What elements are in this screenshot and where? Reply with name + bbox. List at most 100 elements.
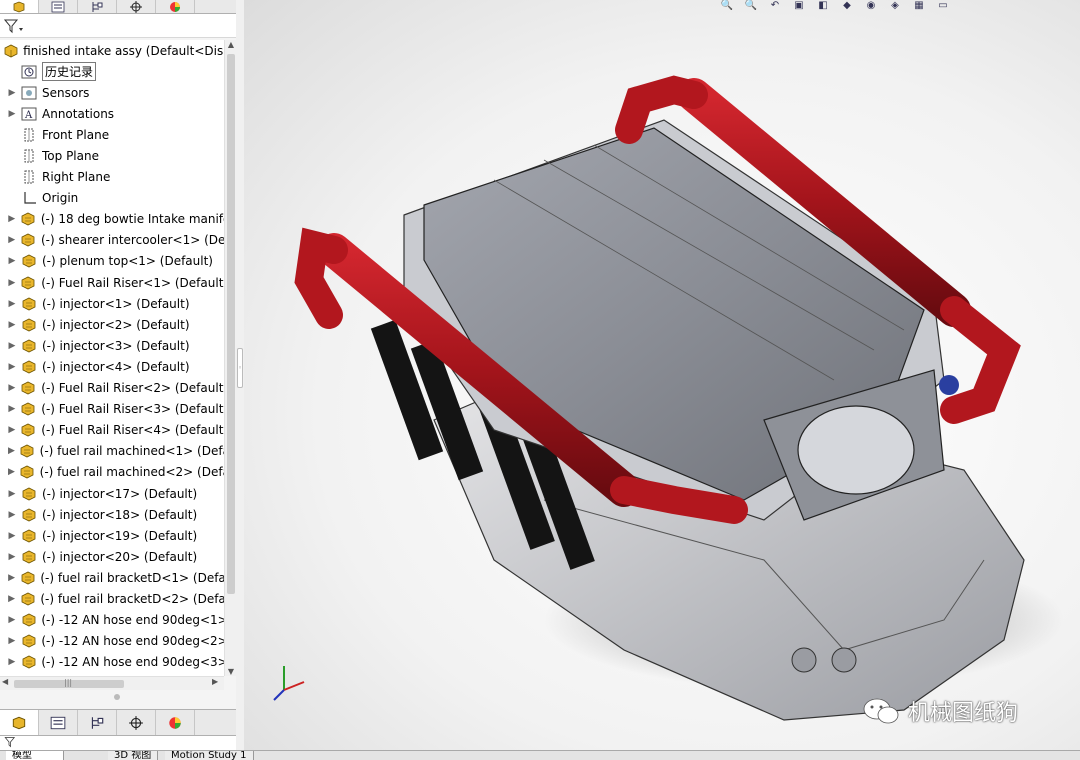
tree-root[interactable]: finished intake assy (Default<Displ [0, 40, 224, 61]
tree-item-label: (-) injector<19> (Default) [42, 528, 198, 543]
tree-item[interactable]: ▶ Sensors [0, 82, 224, 103]
tree-item[interactable]: Right Plane [0, 167, 224, 188]
property-manager-tab[interactable] [39, 0, 78, 13]
scrollbar-thumb[interactable] [227, 54, 235, 594]
tree-item[interactable]: Origin [0, 188, 224, 209]
tree-item[interactable]: ▶ (-) injector<2> (Default) [0, 314, 224, 335]
part-icon [19, 464, 36, 480]
expand-arrow-icon[interactable]: ▶ [4, 362, 20, 372]
display-manager-tab[interactable] [156, 0, 195, 13]
scroll-left-arrow-icon[interactable]: ◀ [2, 677, 8, 686]
property-manager-tab[interactable] [39, 710, 78, 735]
expand-arrow-icon[interactable]: ▶ [4, 446, 19, 456]
expand-arrow-icon[interactable]: ▶ [4, 320, 20, 330]
filter-icon[interactable] [4, 736, 20, 748]
tree-item[interactable]: ▶ (-) -12 AN hose end 90deg<1> [0, 610, 224, 631]
tree-item[interactable]: ▶ (-) -12 AN hose end 90deg<2> [0, 631, 224, 652]
expand-arrow-icon[interactable]: ▶ [4, 510, 20, 520]
tree-item[interactable]: ▶ (-) injector<4> (Default) [0, 356, 224, 377]
expand-arrow-icon[interactable]: ▶ [4, 341, 20, 351]
panel-split-handle-icon[interactable] [114, 694, 120, 700]
expand-arrow-icon[interactable]: ▶ [4, 214, 19, 224]
feature-manager-tab[interactable] [0, 710, 39, 735]
tree-item[interactable]: ▶ (-) shearer intercooler<1> (Def [0, 230, 224, 251]
tree-item[interactable]: ▶ (-) Fuel Rail Riser<4> (Default) [0, 420, 224, 441]
panel-splitter[interactable]: ◦ [236, 0, 244, 760]
tree-item[interactable]: ▶ (-) injector<19> (Default) [0, 525, 224, 546]
tree-item[interactable]: ▶ (-) fuel rail machined<2> (Defau [0, 462, 224, 483]
expand-arrow-icon[interactable]: ▶ [4, 615, 20, 625]
tree-item[interactable]: ▶ (-) Fuel Rail Riser<2> (Default) [0, 378, 224, 399]
tree-item[interactable]: ▶ (-) Fuel Rail Riser<3> (Default) [0, 399, 224, 420]
configuration-manager-tab[interactable] [78, 0, 117, 13]
expand-arrow-icon[interactable]: ▶ [4, 636, 20, 646]
filter-icon[interactable] [4, 18, 24, 34]
tree-item[interactable]: ▶ (-) fuel rail bracketD<1> (Defau [0, 567, 224, 588]
dimxpert-tab[interactable] [117, 710, 156, 735]
expand-arrow-icon[interactable]: ▶ [4, 531, 20, 541]
tree-item[interactable]: ▶ (-) 18 deg bowtie Intake manifo [0, 209, 224, 230]
tree-item[interactable]: ▶ (-) -12 AN hose end 90deg<3> [0, 652, 224, 673]
expand-arrow-icon[interactable]: ▶ [4, 404, 20, 414]
tree-item-label: Right Plane [42, 170, 111, 185]
part-icon [20, 380, 38, 396]
display-manager-tab[interactable] [156, 710, 195, 735]
plane-icon [20, 148, 38, 164]
tab-model[interactable]: 模型 [6, 751, 64, 760]
expand-arrow-icon[interactable]: ▶ [4, 594, 19, 604]
dimxpert-tab[interactable] [117, 0, 156, 13]
tree-item-label: (-) -12 AN hose end 90deg<1> [41, 613, 224, 628]
collapse-panel-handle[interactable]: ◦ [237, 348, 243, 388]
tree-item[interactable]: ▶ (-) fuel rail machined<1> (Defau [0, 441, 224, 462]
tree-filter-bottom[interactable] [0, 736, 236, 750]
tree-horizontal-scrollbar[interactable]: ◀ ||| ▶ [0, 676, 224, 690]
expand-arrow-icon[interactable]: ▶ [4, 299, 20, 309]
configuration-manager-tab[interactable] [78, 710, 117, 735]
graphics-viewport[interactable]: 🔍 🔍 ↶ ▣ ◧ ◆ ◉ ◈ ▦ ▭ 机械图纸狗 [244, 0, 1080, 750]
part-icon [20, 317, 38, 333]
expand-arrow-icon[interactable]: ▶ [4, 235, 20, 245]
intake-manifold-model[interactable] [244, 0, 1080, 750]
expand-arrow-icon[interactable]: ▶ [4, 278, 20, 288]
tree-item-label: (-) Fuel Rail Riser<1> (Default) [41, 275, 224, 290]
tree-filter[interactable] [0, 14, 236, 38]
tree-item[interactable]: ▶ (-) injector<20> (Default) [0, 546, 224, 567]
tree-item[interactable]: ▶ (-) injector<3> (Default) [0, 335, 224, 356]
tree-item[interactable]: Front Plane [0, 124, 224, 145]
part-icon [19, 443, 36, 459]
expand-arrow-icon[interactable]: ▶ [4, 489, 20, 499]
expand-arrow-icon[interactable]: ▶ [4, 383, 20, 393]
tree-vertical-scrollbar[interactable]: ▲ ▼ [224, 40, 236, 676]
scroll-right-arrow-icon[interactable]: ▶ [212, 677, 218, 686]
tree-item-label: (-) Fuel Rail Riser<4> (Default) [41, 423, 224, 438]
tree-item[interactable]: ▶ (-) Fuel Rail Riser<1> (Default) [0, 272, 224, 293]
expand-arrow-icon[interactable]: ▶ [4, 425, 20, 435]
tree-item-label: (-) injector<1> (Default) [42, 296, 190, 311]
tree-item-history[interactable]: 历史记录 [0, 61, 224, 82]
tree-item[interactable]: ▶ (-) fuel rail bracketD<2> (Defau [0, 588, 224, 609]
tree-item[interactable]: ▶ (-) injector<18> (Default) [0, 504, 224, 525]
expand-arrow-icon[interactable]: ▶ [4, 573, 19, 583]
part-icon [20, 507, 38, 523]
watermark: 机械图纸狗 [862, 695, 1018, 727]
part-icon [20, 549, 38, 565]
expand-arrow-icon[interactable]: ▶ [4, 657, 20, 667]
tree-item[interactable]: ▶ A Annotations [0, 103, 224, 124]
tree-item[interactable]: ▶ (-) plenum top<1> (Default) [0, 251, 224, 272]
expand-arrow-icon[interactable]: ▶ [4, 467, 19, 477]
svg-text:A: A [24, 110, 33, 121]
throttle-bore [797, 405, 915, 495]
tab-motion-study[interactable]: Motion Study 1 [165, 751, 254, 760]
tree-item[interactable]: ▶ (-) injector<1> (Default) [0, 293, 224, 314]
tab-3d-view[interactable]: 3D 视图 [108, 751, 159, 760]
feature-tree: finished intake assy (Default<Displ 历史记录… [0, 40, 224, 676]
tree-item[interactable]: ▶ (-) injector<17> (Default) [0, 483, 224, 504]
solidworks-window: finished intake assy (Default<Displ 历史记录… [0, 0, 1080, 760]
expand-arrow-icon[interactable]: ▶ [4, 88, 20, 98]
expand-arrow-icon[interactable]: ▶ [4, 109, 20, 119]
expand-arrow-icon[interactable]: ▶ [4, 552, 20, 562]
expand-arrow-icon[interactable]: ▶ [4, 256, 20, 266]
tree-item-label: Top Plane [42, 149, 99, 164]
tree-item[interactable]: Top Plane [0, 145, 224, 166]
feature-manager-tab[interactable] [0, 0, 39, 13]
